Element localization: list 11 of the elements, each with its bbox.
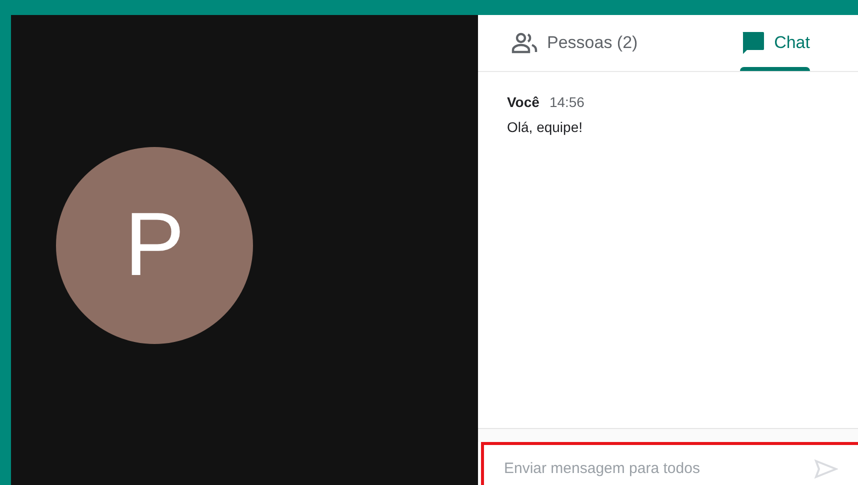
sender-name: Você [507,93,540,112]
tab[interactable]: Pessoas (2) [511,15,638,71]
send-icon[interactable] [814,459,838,479]
message-composer[interactable]: Enviar mensagem para todos [481,442,858,485]
chat-bubble-icon [740,30,766,56]
avatar: P [56,146,253,344]
tab[interactable]: Chat [740,15,810,71]
message-text: Olá, equipe! [507,118,584,137]
people-icon [511,31,539,55]
message-input[interactable]: Enviar mensagem para todos [504,450,814,480]
message-time: 14:56 [549,93,584,112]
